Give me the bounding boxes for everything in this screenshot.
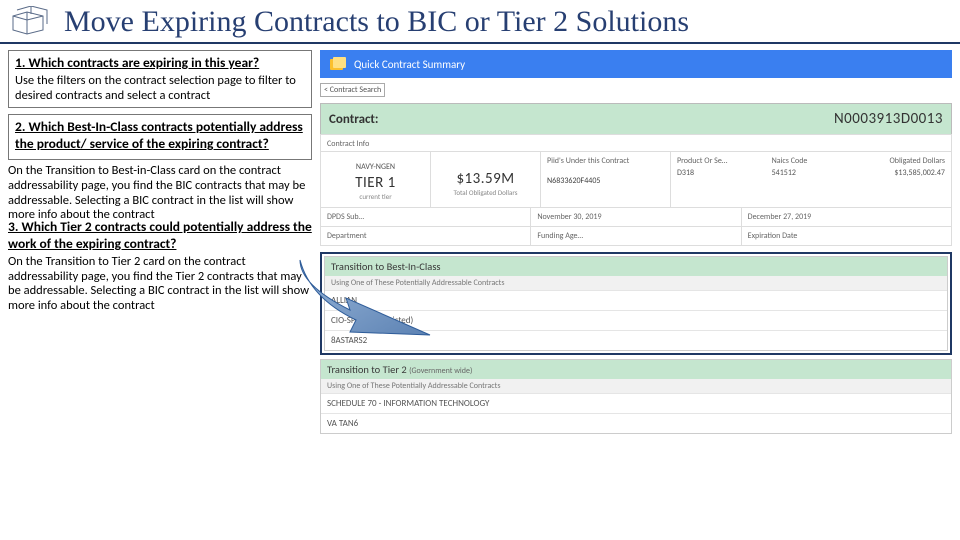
step-1-body: Use the filters on the contract selectio… <box>15 74 305 104</box>
tier2-item[interactable]: SCHEDULE 70 - INFORMATION TECHNOLOGY <box>321 393 951 413</box>
step-2-box: 2. Which Best-In-Class contracts potenti… <box>8 114 312 160</box>
back-link[interactable]: < Contract Search <box>320 83 385 97</box>
qcs-title-bar: Quick Contract Summary <box>320 50 952 78</box>
page-title: Move Expiring Contracts to BIC or Tier 2… <box>64 5 689 39</box>
bic-item[interactable]: ALLIAN <box>325 290 947 310</box>
tier2-item[interactable]: VA TAN6 <box>321 413 951 433</box>
obligated-box: $13.59M Total Obligated Dollars <box>431 152 541 207</box>
contract-label: Contract: <box>329 112 379 127</box>
bic-card: Transition to Best-In-Class Using One of… <box>324 256 948 351</box>
step-1-heading: 1. Which contracts are expiring in this … <box>15 55 305 72</box>
step-3-heading: 3. Which Tier 2 contracts could potentia… <box>8 219 312 253</box>
dates-row-2: Department Funding Age… Expiration Date <box>320 226 952 246</box>
bic-item[interactable]: 8ASTARS2 <box>325 330 947 350</box>
screenshot-column: Quick Contract Summary < Contract Search… <box>320 44 960 434</box>
contract-info-strip: Contract Info <box>320 134 952 152</box>
step-1-box: 1. Which contracts are expiring in this … <box>8 50 312 108</box>
bic-item[interactable]: CIO-SP3 (Unrestricted) <box>325 310 947 330</box>
summary-row: NAVY-NGEN TIER 1 current tier $13.59M To… <box>320 151 952 208</box>
tier2-card: Transition to Tier 2 (Government wide) U… <box>320 359 952 434</box>
qcs-title: Quick Contract Summary <box>354 58 465 71</box>
dates-row: DPDS Sub… November 30, 2019 December 27,… <box>320 207 952 227</box>
tier2-card-title: Transition to Tier 2 (Government wide) <box>321 360 951 379</box>
bic-highlight-frame: Transition to Best-In-Class Using One of… <box>320 252 952 355</box>
tier2-card-sub: Using One of These Potentially Addressab… <box>321 379 951 393</box>
step-3-body: On the Transition to Tier 2 card on the … <box>8 255 312 314</box>
step-2-3-overflow: On the Transition to Best-in-Class card … <box>8 164 312 314</box>
folder-icon <box>328 54 348 74</box>
tier-box: NAVY-NGEN TIER 1 current tier <box>321 152 431 207</box>
piids-box: Piid's Under this Contract N6833620F4405 <box>541 152 671 207</box>
cube-logo <box>6 4 54 40</box>
instructions-column: 1. Which contracts are expiring in this … <box>0 44 320 434</box>
step-2-body: On the Transition to Best-in-Class card … <box>8 164 312 223</box>
bic-card-title: Transition to Best-In-Class <box>325 257 947 276</box>
bic-card-sub: Using One of These Potentially Addressab… <box>325 276 947 290</box>
contract-info-label: Contract Info <box>327 139 369 149</box>
contract-header: Contract: N0003913D0013 <box>320 103 952 135</box>
slide-header: Move Expiring Contracts to BIC or Tier 2… <box>0 0 960 44</box>
contract-value: N0003913D0013 <box>834 110 943 128</box>
product-box: Product Or Se… Naics Code Obligated Doll… <box>671 152 951 207</box>
step-2-heading: 2. Which Best-In-Class contracts potenti… <box>15 119 305 153</box>
